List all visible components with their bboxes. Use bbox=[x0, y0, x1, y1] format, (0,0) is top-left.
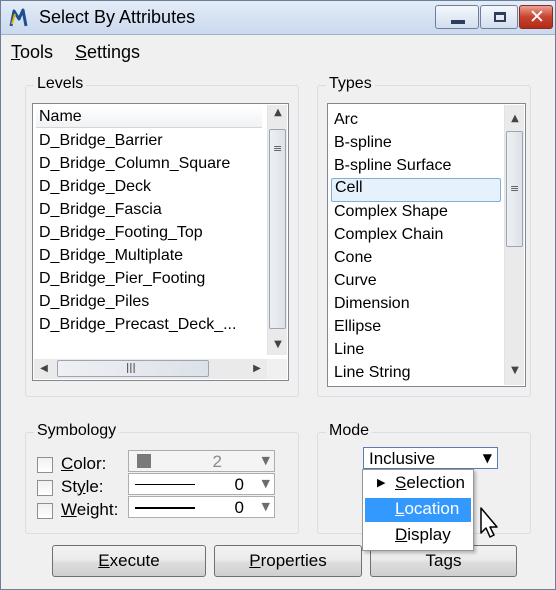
mode-dropdown[interactable]: Inclusive ▼ bbox=[363, 447, 498, 469]
level-item[interactable]: D_Bridge_Fascia bbox=[39, 201, 162, 219]
type-item[interactable]: Complex Chain bbox=[334, 226, 443, 244]
type-item[interactable]: Cone bbox=[334, 249, 372, 267]
window-title: Select By Attributes bbox=[39, 7, 196, 27]
color-combo[interactable]: 2 ▼ bbox=[128, 450, 275, 472]
mode-dropdown-menu: ▶ Selection Location Display bbox=[362, 469, 474, 551]
minimize-button[interactable] bbox=[435, 5, 479, 29]
type-item[interactable]: Curve bbox=[334, 272, 377, 290]
weight-label: Weight: bbox=[61, 500, 119, 519]
scroll-thumb[interactable]: ≡ bbox=[269, 129, 286, 329]
scroll-down-arrow-icon[interactable]: ▼ bbox=[505, 365, 525, 376]
name-column-header[interactable]: Name bbox=[36, 106, 262, 128]
mode-selected-value: Inclusive bbox=[369, 449, 436, 468]
scroll-right-arrow-icon[interactable]: ▶ bbox=[247, 363, 267, 374]
type-item-selected[interactable]: Cell bbox=[331, 178, 501, 202]
level-item[interactable]: D_Bridge_Piles bbox=[39, 293, 149, 311]
scroll-up-arrow-icon[interactable]: ▲ bbox=[268, 107, 288, 118]
chevron-down-icon: ▼ bbox=[261, 477, 270, 490]
levels-list[interactable]: Name D_Bridge_Barrier D_Bridge_Column_Sq… bbox=[32, 103, 289, 381]
type-item[interactable]: Line bbox=[334, 341, 364, 359]
type-item[interactable]: B-spline Surface bbox=[334, 157, 451, 175]
grip-icon: ǀǀǀ bbox=[126, 361, 136, 374]
mode-option-display[interactable]: Display bbox=[365, 524, 471, 548]
title-bar[interactable]: Select By Attributes ✕ bbox=[1, 1, 555, 35]
style-label: Style: bbox=[61, 477, 104, 496]
menu-settings[interactable]: Settings bbox=[75, 42, 140, 63]
types-list[interactable]: Arc B-spline B-spline Surface Cell Compl… bbox=[327, 103, 526, 387]
type-item[interactable]: Ellipse bbox=[334, 318, 381, 336]
levels-vertical-scrollbar[interactable]: ▲ ≡ ▼ bbox=[267, 105, 287, 355]
level-item[interactable]: D_Bridge_Pier_Footing bbox=[39, 270, 205, 288]
level-item[interactable]: D_Bridge_Precast_Deck_... bbox=[39, 316, 236, 334]
level-item[interactable]: D_Bridge_Deck bbox=[39, 178, 151, 196]
style-checkbox[interactable] bbox=[37, 480, 53, 496]
type-item[interactable]: Line String bbox=[334, 364, 411, 382]
line-style-sample bbox=[135, 484, 195, 485]
color-value: 2 bbox=[212, 452, 222, 471]
type-item[interactable]: Arc bbox=[334, 111, 358, 129]
execute-button[interactable]: Execute bbox=[52, 545, 206, 577]
scroll-corner bbox=[267, 359, 287, 379]
style-value: 0 bbox=[234, 475, 244, 494]
chevron-down-icon: ▼ bbox=[482, 451, 492, 465]
scroll-left-arrow-icon[interactable]: ◀ bbox=[34, 363, 54, 374]
grip-icon: ≡ bbox=[510, 182, 520, 195]
levels-group-label: Levels bbox=[34, 75, 87, 93]
weight-checkbox[interactable] bbox=[37, 503, 53, 519]
color-swatch bbox=[137, 454, 151, 468]
level-item[interactable]: D_Bridge_Footing_Top bbox=[39, 224, 203, 242]
chevron-down-icon: ▼ bbox=[261, 500, 270, 513]
types-group-label: Types bbox=[326, 75, 375, 93]
minimize-icon bbox=[451, 20, 465, 24]
properties-button[interactable]: Properties bbox=[214, 545, 362, 577]
mode-option-location[interactable]: Location bbox=[365, 498, 471, 522]
level-item[interactable]: D_Bridge_Multiplate bbox=[39, 247, 183, 265]
chevron-down-icon: ▼ bbox=[261, 454, 270, 467]
maximize-button[interactable] bbox=[480, 5, 518, 29]
scroll-down-arrow-icon[interactable]: ▼ bbox=[268, 339, 288, 350]
levels-horizontal-scrollbar[interactable]: ◀ ǀǀǀ ▶ bbox=[34, 359, 267, 379]
type-item[interactable]: Dimension bbox=[334, 295, 410, 313]
close-button[interactable]: ✕ bbox=[519, 5, 553, 29]
type-item[interactable]: Complex Shape bbox=[334, 203, 448, 221]
maximize-icon bbox=[494, 12, 506, 22]
weight-combo[interactable]: 0 ▼ bbox=[128, 496, 275, 518]
style-combo[interactable]: 0 ▼ bbox=[128, 473, 275, 495]
types-vertical-scrollbar[interactable]: ▲ ≡ ▼ bbox=[504, 105, 524, 385]
microstation-m-icon[interactable] bbox=[8, 6, 32, 30]
menu-bar: Tools Settings bbox=[1, 39, 555, 67]
mouse-pointer-icon bbox=[480, 507, 498, 538]
symbology-group-label: Symbology bbox=[34, 422, 120, 440]
scroll-up-arrow-icon[interactable]: ▲ bbox=[505, 113, 525, 124]
menu-tools[interactable]: Tools bbox=[11, 42, 53, 63]
mode-group-label: Mode bbox=[326, 422, 373, 440]
scroll-thumb[interactable]: ǀǀǀ bbox=[57, 360, 209, 377]
submenu-arrow-icon: ▶ bbox=[377, 476, 386, 489]
mode-option-selection[interactable]: ▶ Selection bbox=[365, 472, 471, 496]
color-checkbox[interactable] bbox=[37, 457, 53, 473]
close-icon: ✕ bbox=[529, 6, 545, 28]
weight-value: 0 bbox=[234, 498, 244, 517]
type-item[interactable]: B-spline bbox=[334, 134, 392, 152]
level-item[interactable]: D_Bridge_Barrier bbox=[39, 132, 163, 150]
select-by-attributes-window: Select By Attributes ✕ Tools Settings Le… bbox=[0, 0, 556, 590]
color-label: Color: bbox=[61, 454, 107, 473]
grip-icon: ≡ bbox=[273, 142, 283, 155]
scroll-thumb[interactable]: ≡ bbox=[506, 131, 523, 247]
level-item[interactable]: D_Bridge_Column_Square bbox=[39, 155, 230, 173]
line-weight-sample bbox=[135, 507, 195, 509]
